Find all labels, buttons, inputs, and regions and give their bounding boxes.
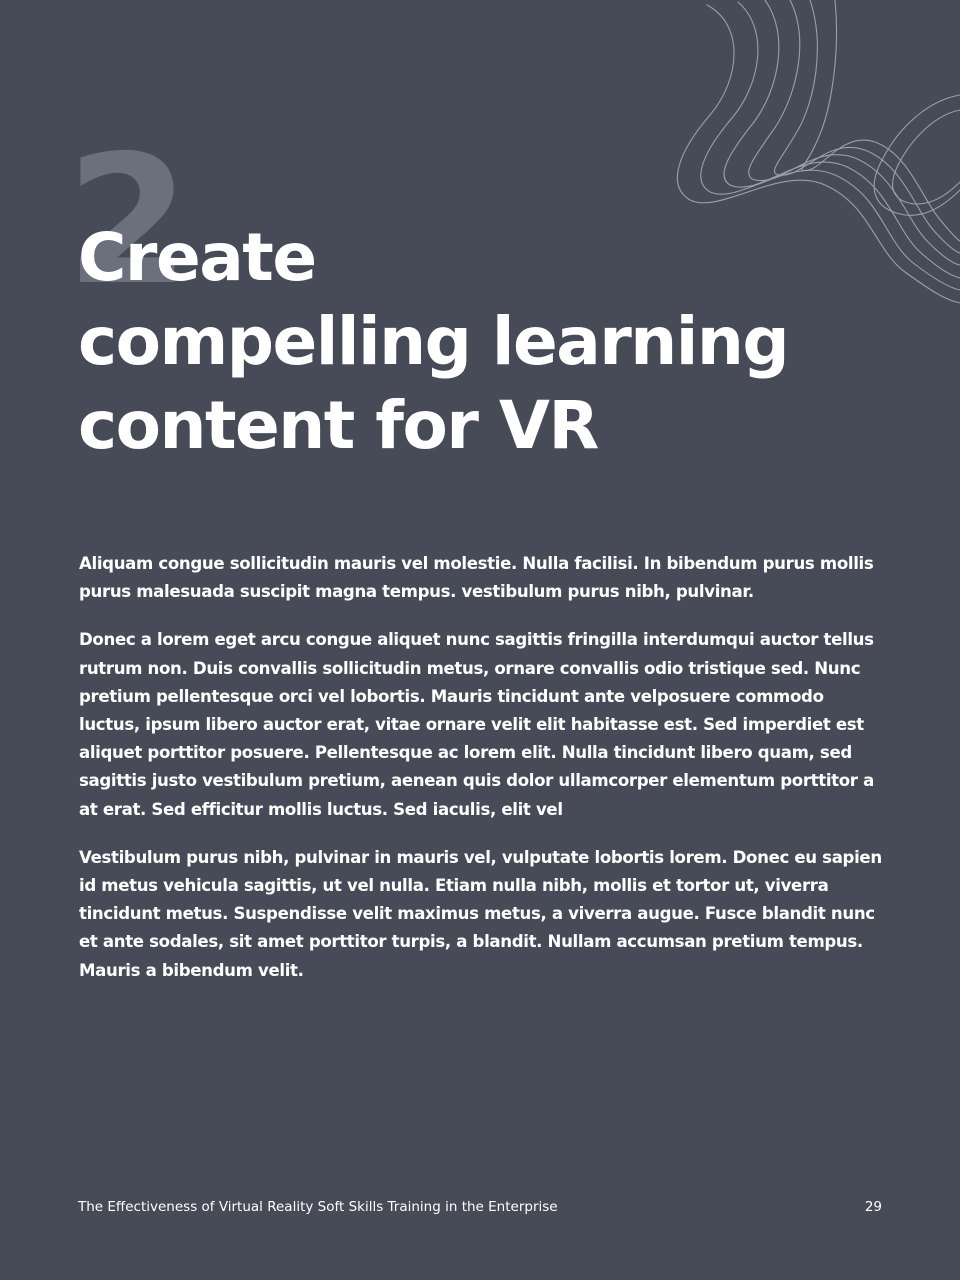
document-page: 2 Create compelling learning content for… <box>0 0 960 1280</box>
body-text: Aliquam congue sollicitudin mauris vel m… <box>79 550 885 1005</box>
page-number: 29 <box>864 1199 882 1215</box>
chapter-title-line: compelling learning <box>78 303 790 380</box>
body-paragraph: Donec a lorem eget arcu congue aliquet n… <box>79 630 874 819</box>
chapter-title: Create compelling learning content for V… <box>78 216 898 468</box>
chapter-title-line: Create <box>78 219 317 296</box>
body-paragraph: Vestibulum purus nibh, pulvinar in mauri… <box>79 847 882 980</box>
chapter-title-line: content for VR <box>78 387 599 464</box>
page-footer: The Effectiveness of Virtual Reality Sof… <box>78 1197 882 1217</box>
body-paragraph: Aliquam congue sollicitudin mauris vel m… <box>79 554 874 602</box>
publication-title: The Effectiveness of Virtual Reality Sof… <box>78 1199 558 1215</box>
